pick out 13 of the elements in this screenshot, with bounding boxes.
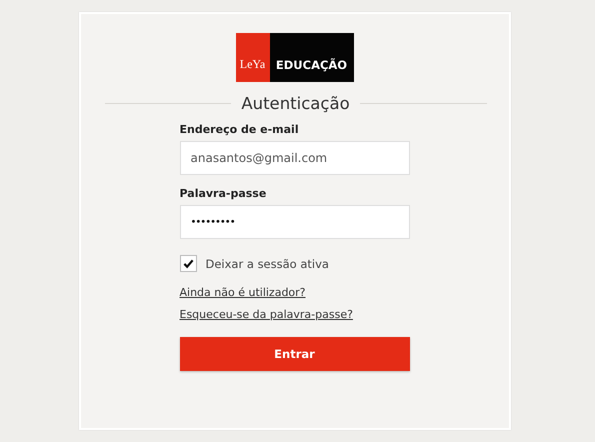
email-field[interactable]: anasantos@gmail.com [180,141,410,175]
checkbox[interactable] [180,255,196,272]
password-field[interactable]: ••••••••• [180,205,410,239]
field-label: Endereço de e-mail [180,123,300,136]
link[interactable]: Esqueceu-se da palavra-passe? [180,308,353,321]
logo-text: EDUCAÇÃO [270,33,354,82]
page-heading: Autenticação [241,94,350,113]
field-label: Palavra-passe [180,187,268,200]
submit-button[interactable]: Entrar [180,337,410,371]
check-icon [182,258,194,269]
logo-brand: LeYa [236,33,270,82]
link[interactable]: Ainda não é utilizador? [180,286,306,299]
checkbox-label: Deixar a sessão ativa [206,256,329,270]
